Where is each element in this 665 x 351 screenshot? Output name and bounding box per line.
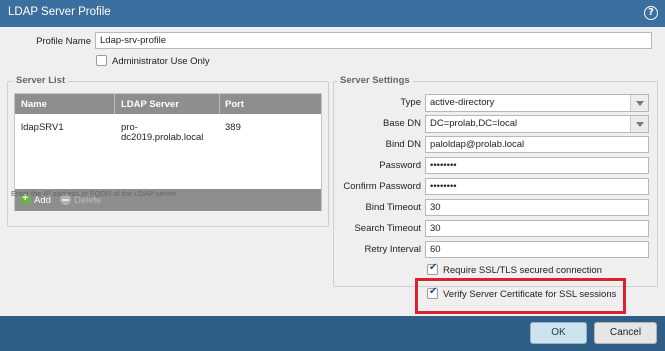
retry-interval-input[interactable]: 60 <box>425 241 649 258</box>
search-timeout-label: Search Timeout <box>354 223 421 234</box>
row-name: ldapSRV1 <box>21 122 64 133</box>
ok-button[interactable]: OK <box>530 322 587 344</box>
confirm-password-label: Confirm Password <box>343 181 421 192</box>
bind-dn-input[interactable]: paloldap@prolab.local <box>425 136 649 153</box>
chevron-down-icon[interactable] <box>630 116 648 132</box>
admin-use-only-label: Administrator Use Only <box>112 56 210 67</box>
dialog-titlebar: LDAP Server Profile ? <box>0 0 665 27</box>
server-list-hint: Enter the IP address or FQDN of the LDAP… <box>11 189 177 198</box>
table-header: Name LDAP Server Port <box>15 94 321 114</box>
help-circle-icon[interactable]: ? <box>644 6 658 20</box>
search-timeout-input[interactable]: 30 <box>425 220 649 237</box>
type-label: Type <box>400 97 421 108</box>
cancel-button[interactable]: Cancel <box>594 322 657 344</box>
base-dn-label: Base DN <box>382 118 421 129</box>
base-dn-select[interactable]: DC=prolab,DC=local <box>425 115 649 133</box>
server-list-legend: Server List <box>13 75 69 86</box>
password-input[interactable]: •••••••• <box>425 157 649 174</box>
bind-timeout-input[interactable]: 30 <box>425 199 649 216</box>
confirm-password-input[interactable]: •••••••• <box>425 178 649 195</box>
profile-name-input[interactable]: Ldap-srv-profile <box>95 32 652 49</box>
bind-timeout-label: Bind Timeout <box>365 202 421 213</box>
highlight-box <box>415 278 626 314</box>
type-select[interactable]: active-directory <box>425 94 649 112</box>
column-header-port[interactable]: Port <box>225 99 244 110</box>
dialog-title: LDAP Server Profile <box>8 6 111 18</box>
column-header-ldap-server[interactable]: LDAP Server <box>121 99 179 110</box>
server-settings-legend: Server Settings <box>337 75 413 86</box>
require-ssl-label: Require SSL/TLS secured connection <box>443 265 602 276</box>
bind-dn-label: Bind DN <box>385 139 421 150</box>
chevron-down-icon[interactable] <box>630 95 648 111</box>
profile-name-label: Profile Name <box>36 36 91 47</box>
row-port: 389 <box>225 122 241 133</box>
admin-use-only-checkbox[interactable] <box>96 55 107 66</box>
password-label: Password <box>379 160 421 171</box>
retry-interval-label: Retry Interval <box>364 244 422 255</box>
column-header-name[interactable]: Name <box>21 99 47 110</box>
row-ldap-server-line2: dc2019.prolab.local <box>121 132 204 143</box>
require-ssl-checkbox[interactable] <box>427 262 438 275</box>
